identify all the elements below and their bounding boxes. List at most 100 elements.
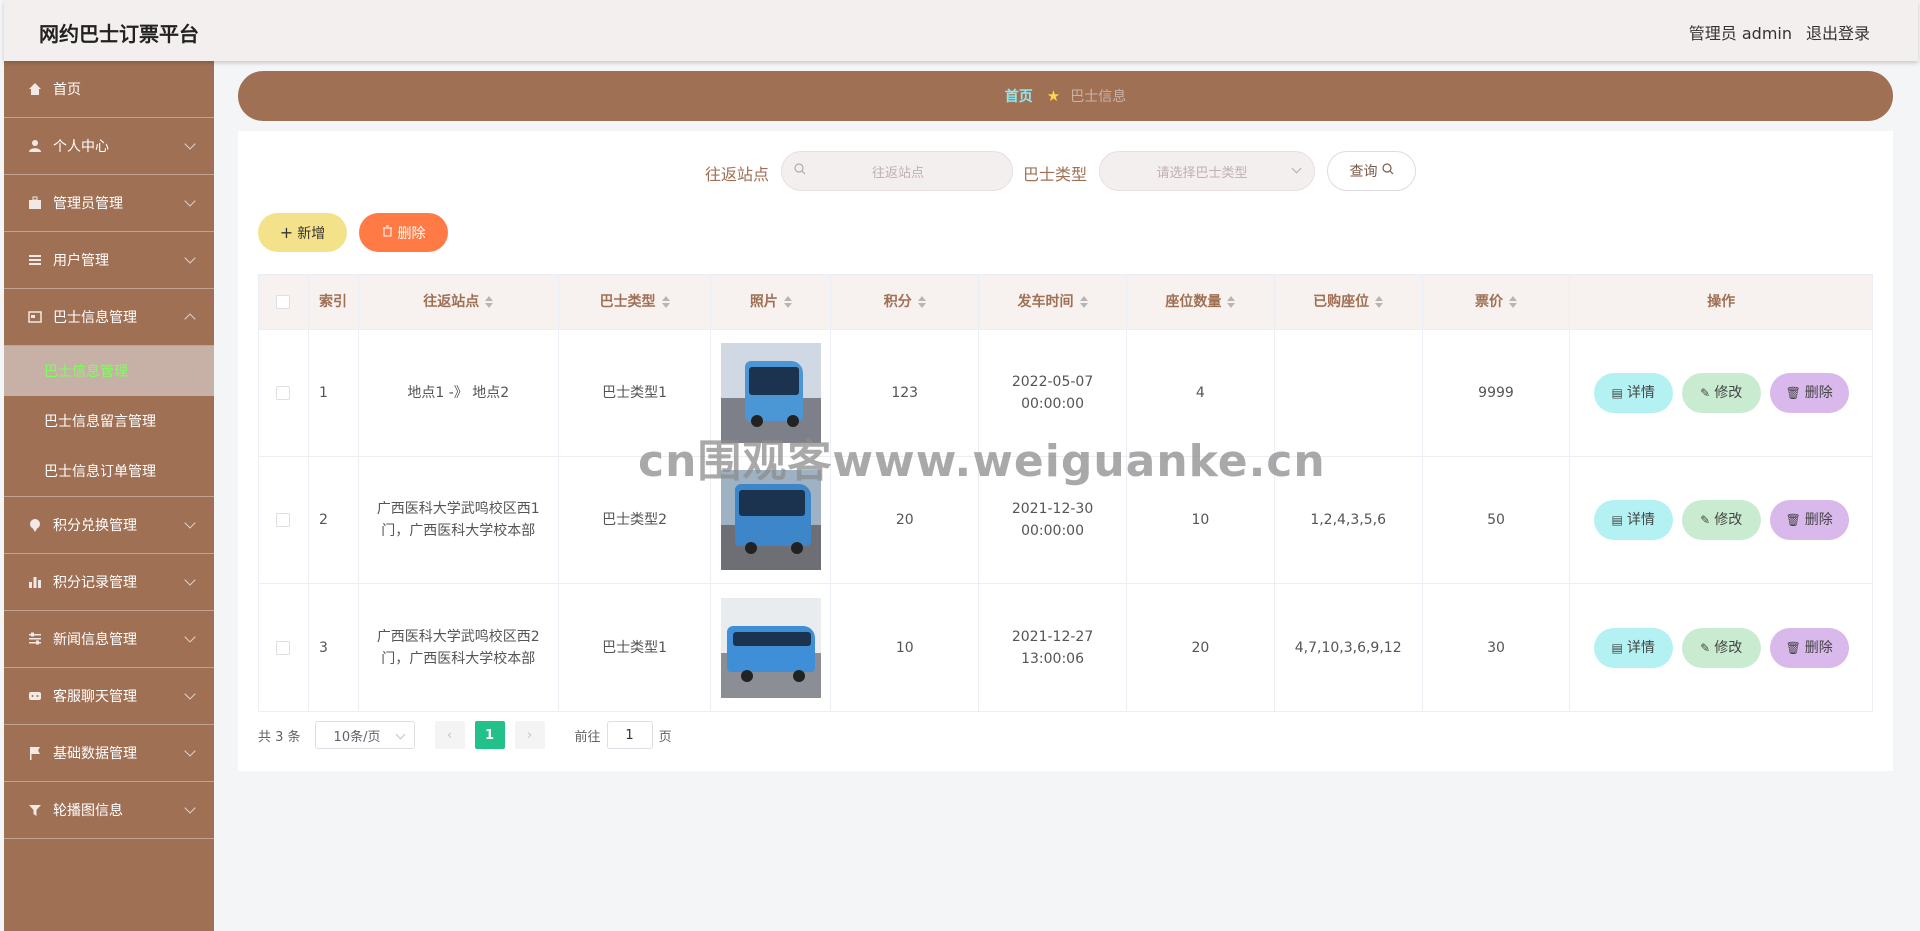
select-all-checkbox[interactable]	[276, 295, 291, 309]
delete-button[interactable]: 🗑 删除	[1769, 627, 1849, 668]
sidebar-item-profile[interactable]: 个人中心	[4, 118, 214, 175]
header-type[interactable]: 巴士类型	[559, 275, 712, 329]
header-time[interactable]: 发车时间	[979, 275, 1127, 329]
bar-chart-icon	[27, 574, 43, 590]
app-title: 网约巴士订票平台	[39, 22, 199, 46]
sort-icon[interactable]	[783, 296, 792, 308]
sidebar-item-label: 用户管理	[53, 253, 109, 269]
row-checkbox[interactable]	[276, 640, 291, 655]
breadcrumb: 首页 ★ 巴士信息	[238, 71, 1893, 121]
chevron-down-icon	[184, 252, 196, 264]
sort-icon[interactable]	[661, 296, 670, 308]
delete-button[interactable]: 🗑 删除	[1769, 373, 1849, 413]
header-label: 已购座位	[1313, 294, 1370, 310]
submenu-bus-orders[interactable]: 巴士信息订单管理	[4, 446, 214, 496]
sidebar-item-home[interactable]: 首页	[4, 61, 214, 118]
row-checkbox-cell	[259, 584, 309, 711]
chevron-down-icon	[184, 195, 196, 207]
breadcrumb-home[interactable]: 首页	[1005, 86, 1033, 106]
delete-label: 删除	[1804, 639, 1833, 656]
edit-button[interactable]: ✎ 修改	[1681, 500, 1761, 540]
chevron-down-icon	[184, 138, 196, 150]
header-booked[interactable]: 已购座位	[1275, 275, 1423, 329]
user-icon	[27, 138, 43, 154]
submenu-bus-info[interactable]: 巴士信息管理	[4, 346, 214, 396]
goto-page-input[interactable]: 1	[606, 721, 653, 749]
cell-price: 30	[1423, 584, 1571, 711]
edit-label: 修改	[1714, 512, 1743, 528]
briefcase-icon	[27, 195, 43, 211]
logout-link[interactable]: 退出登录	[1806, 20, 1870, 44]
header-label: 往返站点	[423, 294, 480, 310]
row-checkbox[interactable]	[276, 386, 291, 400]
add-button[interactable]: + 新增	[258, 213, 347, 252]
batch-delete-button[interactable]: 删除	[359, 213, 448, 252]
delete-label: 删除	[1804, 512, 1833, 528]
plus-icon: +	[279, 223, 294, 242]
sidebar-item-users[interactable]: 用户管理	[4, 232, 214, 289]
sidebar-item-carousel[interactable]: 轮播图信息	[4, 782, 214, 839]
chevron-right-icon: ›	[526, 727, 533, 743]
sidebar-item-points-records[interactable]: 积分记录管理	[4, 554, 214, 611]
query-label: 查询	[1349, 164, 1378, 180]
edit-button[interactable]: ✎ 修改	[1681, 373, 1761, 413]
header-label: 照片	[749, 294, 778, 310]
sidebar-item-label: 积分兑换管理	[53, 518, 137, 534]
document-icon: ▤	[1611, 513, 1623, 527]
cell-actions: ▤ 详情 ✎ 修改 🗑 删除	[1570, 584, 1872, 711]
delete-button[interactable]: 🗑 删除	[1769, 500, 1849, 540]
table-header: 索引 往返站点 巴士类型 照片 积分 发车时间 座位数量 已购座位 票价 操作	[259, 275, 1872, 330]
query-button[interactable]: 查询	[1327, 151, 1416, 191]
flag-icon	[27, 745, 43, 761]
page-size-select[interactable]: 10条/页	[314, 721, 415, 749]
list-icon	[27, 252, 43, 268]
detail-button[interactable]: ▤ 详情	[1593, 627, 1673, 668]
header-station[interactable]: 往返站点	[359, 275, 559, 329]
sort-icon[interactable]	[1508, 296, 1517, 308]
sidebar-item-news[interactable]: 新闻信息管理	[4, 611, 214, 668]
page-number[interactable]: 1	[474, 721, 505, 749]
sort-icon[interactable]	[1079, 296, 1088, 308]
header-index: 索引	[309, 275, 359, 329]
header-photo[interactable]: 照片	[711, 275, 832, 329]
bus-table: 索引 往返站点 巴士类型 照片 积分 发车时间 座位数量 已购座位 票价 操作 …	[258, 274, 1873, 712]
next-page-button[interactable]: ›	[514, 721, 545, 749]
header-seats[interactable]: 座位数量	[1127, 275, 1275, 329]
sort-icon[interactable]	[1227, 296, 1236, 308]
cell-booked: 4,7,10,3,6,9,12	[1275, 584, 1423, 711]
bus-type-placeholder: 请选择巴士类型	[1156, 165, 1248, 181]
sidebar-item-admins[interactable]: 管理员管理	[4, 175, 214, 232]
sidebar-item-bus-info[interactable]: 巴士信息管理	[4, 289, 214, 346]
sort-icon[interactable]	[485, 296, 494, 308]
submenu-bus-comments[interactable]: 巴士信息留言管理	[4, 396, 214, 446]
header-label: 操作	[1707, 294, 1736, 310]
station-label: 往返站点	[705, 165, 770, 184]
sidebar-item-label: 基础数据管理	[53, 746, 137, 762]
sidebar-item-label: 管理员管理	[53, 196, 123, 212]
station-search-input[interactable]: 往返站点	[781, 151, 1013, 191]
chevron-down-icon	[184, 802, 196, 814]
sort-icon[interactable]	[917, 296, 926, 308]
edit-button[interactable]: ✎ 修改	[1681, 627, 1761, 668]
header-price[interactable]: 票价	[1423, 275, 1571, 329]
watermark: cn围观客www.weiguanke.cn	[638, 436, 1326, 487]
funnel-icon	[27, 802, 43, 818]
sort-icon[interactable]	[1375, 296, 1384, 308]
detail-button[interactable]: ▤ 详情	[1593, 500, 1673, 540]
sidebar-item-label: 轮播图信息	[53, 803, 123, 819]
bus-type-select[interactable]: 请选择巴士类型	[1099, 151, 1315, 191]
delete-label: 删除	[397, 225, 426, 242]
prev-page-button[interactable]: ‹	[434, 721, 465, 749]
header-points[interactable]: 积分	[831, 275, 980, 329]
bus-photo[interactable]	[720, 597, 821, 698]
search-bar: 往返站点 往返站点 巴士类型 请选择巴士类型 查询	[238, 151, 1893, 191]
detail-button[interactable]: ▤ 详情	[1593, 373, 1673, 413]
sidebar-item-label: 积分记录管理	[53, 575, 137, 591]
pagination: 共 3 条 10条/页 ‹ 1 › 前往 1 页	[258, 721, 672, 749]
sidebar-item-chat[interactable]: 客服聊天管理	[4, 668, 214, 725]
row-checkbox[interactable]	[276, 513, 291, 527]
sidebar-item-base-data[interactable]: 基础数据管理	[4, 725, 214, 782]
cell-station: 地点1 -》 地点2	[359, 330, 559, 456]
trash-icon: 🗑	[1785, 386, 1801, 400]
sidebar-item-points-exchange[interactable]: 积分兑换管理	[4, 497, 214, 554]
